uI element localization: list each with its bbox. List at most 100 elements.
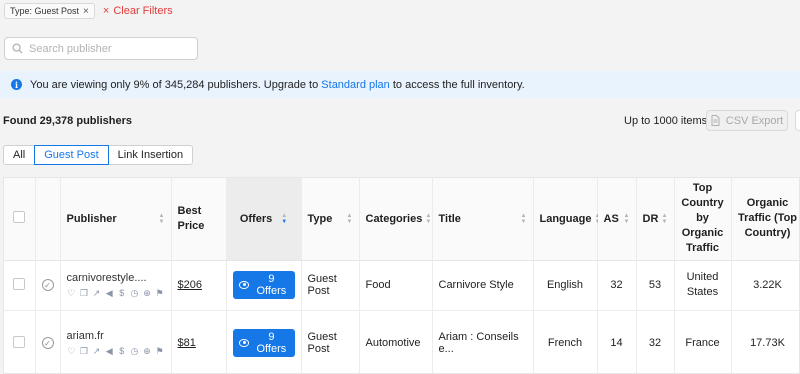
sort-icon: ▲▼	[158, 212, 165, 225]
csv-export-button[interactable]: CSV Export	[706, 110, 788, 131]
copy-icon[interactable]: ❐	[79, 288, 89, 298]
filter-chip-label: Type: Guest Post	[10, 6, 80, 16]
megaphone-icon[interactable]: ◀	[104, 288, 114, 298]
col-top-country[interactable]: Top Country by Organic Traffic	[674, 178, 732, 261]
type-cell: Guest Post	[301, 260, 360, 311]
banner-text: You are viewing only 9% of 345,284 publi…	[30, 79, 525, 91]
flag-icon[interactable]: ⚑	[155, 288, 165, 298]
dr-cell: 53	[636, 260, 675, 311]
sort-icon: ▲▼	[281, 212, 288, 225]
sort-icon: ▲▼	[661, 212, 668, 225]
sort-icon: ▲▼	[425, 212, 432, 225]
eye-icon	[238, 339, 250, 347]
publisher-actions: ♡ ❐ ↗ ◀ $ ◷ ⊕ ⚑	[67, 288, 165, 299]
best-price-link[interactable]: $81	[178, 337, 196, 349]
as-cell: 32	[597, 260, 637, 311]
top-country-cell: United States	[674, 260, 732, 311]
table-row[interactable]: ✓ carnivorestyle.... ♡ ❐ ↗ ◀ $ ◷ ⊕ ⚑ $20…	[4, 260, 799, 311]
col-as-label: AS	[603, 212, 619, 225]
language-cell: French	[533, 310, 598, 373]
standard-plan-link[interactable]: Standard plan	[321, 79, 390, 91]
title-cell: Carnivore Style	[432, 260, 534, 311]
top-country-cell: France	[674, 310, 732, 373]
type-cell: Guest Post	[301, 310, 360, 373]
flag-icon[interactable]: ⚑	[155, 346, 165, 356]
file-icon	[711, 115, 720, 126]
external-link-icon[interactable]: ↗	[92, 288, 102, 298]
type-tabs: All Guest Post Link Insertion	[3, 145, 194, 165]
remove-filter-icon[interactable]: ×	[83, 6, 89, 17]
col-dr-label: DR	[642, 212, 659, 225]
col-language[interactable]: Language ▲▼	[533, 178, 600, 261]
col-categories-label: Categories	[365, 212, 423, 225]
col-categories[interactable]: Categories ▲ ▼	[359, 178, 433, 261]
banner-text-after: to access the full inventory.	[389, 78, 525, 91]
col-title[interactable]: Title ▲ ▼	[432, 178, 534, 261]
more-actions-button[interactable]	[795, 110, 800, 131]
plus-icon[interactable]: ⊕	[142, 288, 152, 298]
col-language-label: Language	[539, 212, 592, 225]
active-filters: Type: Guest Post × × Clear Filters	[4, 3, 173, 19]
external-link-icon[interactable]: ↗	[92, 346, 102, 356]
upgrade-banner: i You are viewing only 9% of 345,284 pub…	[0, 71, 800, 98]
sort-icon: ▲▼	[520, 212, 527, 225]
col-best-price[interactable]: Best Price	[171, 178, 227, 261]
row-select-cell	[4, 310, 36, 373]
row-checkbox[interactable]	[13, 277, 26, 290]
offers-button[interactable]: 9 Offers	[232, 271, 295, 299]
check-circle-icon: ✓	[41, 337, 54, 350]
col-as[interactable]: AS ▲ ▼	[597, 178, 637, 261]
offers-button[interactable]: 9 Offers	[232, 329, 295, 357]
info-icon: i	[11, 79, 22, 90]
banner-text-before: You are viewing only 9% of 345,284 publi…	[30, 78, 322, 91]
col-title-label: Title	[438, 212, 461, 225]
search-input[interactable]	[29, 42, 189, 55]
publisher-cell: ariam.fr ♡ ❐ ↗ ◀ $ ◷ ⊕ ⚑	[60, 310, 172, 373]
clock-icon[interactable]: ◷	[130, 346, 140, 356]
col-publisher[interactable]: Publisher ▲ ▼	[60, 178, 172, 261]
dollar-icon[interactable]: $	[117, 346, 127, 356]
title-cell: Ariam : Conseils e...	[432, 310, 534, 373]
row-checkbox[interactable]	[13, 335, 26, 348]
export-limit: Up to 1000 items	[624, 115, 708, 127]
table-row[interactable]: ✓ ariam.fr ♡ ❐ ↗ ◀ $ ◷ ⊕ ⚑ $81 9 Offers …	[4, 310, 799, 373]
publisher-actions: ♡ ❐ ↗ ◀ $ ◷ ⊕ ⚑	[67, 346, 165, 357]
col-dr[interactable]: DR ▲ ▼	[636, 178, 675, 261]
col-type-label: Type	[307, 212, 333, 225]
col-type[interactable]: Type ▲ ▼	[301, 178, 360, 261]
clear-filters-button[interactable]: × Clear Filters	[103, 5, 173, 17]
select-all-checkbox[interactable]	[13, 211, 26, 224]
publisher-name[interactable]: ariam.fr	[67, 330, 165, 342]
col-publisher-label: Publisher	[66, 212, 117, 225]
close-icon: ×	[102, 5, 110, 17]
organic-traffic-cell: 17.73K	[731, 310, 799, 373]
heart-icon[interactable]: ♡	[67, 288, 77, 298]
best-price-cell: $81	[171, 310, 227, 373]
categories-cell: Food	[359, 260, 433, 311]
publisher-cell: carnivorestyle.... ♡ ❐ ↗ ◀ $ ◷ ⊕ ⚑	[60, 260, 172, 311]
plus-icon[interactable]: ⊕	[142, 346, 152, 356]
megaphone-icon[interactable]: ◀	[104, 346, 114, 356]
col-offers[interactable]: Offers ▲ ▼	[226, 178, 302, 261]
as-cell: 14	[597, 310, 637, 373]
tab-link-insertion[interactable]: Link Insertion	[107, 145, 194, 165]
heart-icon[interactable]: ♡	[67, 346, 77, 356]
col-organic-traffic[interactable]: Organic Traffic (Top Country)	[731, 178, 799, 261]
publishers-table: Publisher ▲ ▼ Best Price Offers ▲ ▼ Type ▲…	[3, 177, 800, 374]
copy-icon[interactable]: ❐	[79, 346, 89, 356]
tab-all[interactable]: All	[3, 145, 36, 165]
offers-cell: 9 Offers	[226, 260, 302, 311]
row-select-cell	[4, 260, 36, 311]
table-header-row: Publisher ▲ ▼ Best Price Offers ▲ ▼ Type ▲…	[4, 178, 799, 261]
search-box	[4, 37, 198, 60]
sort-icon: ▲▼	[346, 212, 353, 225]
publisher-name[interactable]: carnivorestyle....	[67, 272, 165, 284]
col-organic-traffic-label: Organic Traffic (Top Country)	[737, 197, 798, 240]
select-all-cell	[4, 178, 36, 261]
best-price-link[interactable]: $206	[178, 279, 202, 291]
clear-filters-label: Clear Filters	[113, 5, 173, 17]
row-status-cell: ✓	[35, 310, 61, 373]
clock-icon[interactable]: ◷	[130, 288, 140, 298]
dollar-icon[interactable]: $	[117, 288, 127, 298]
tab-guest-post[interactable]: Guest Post	[34, 145, 109, 165]
